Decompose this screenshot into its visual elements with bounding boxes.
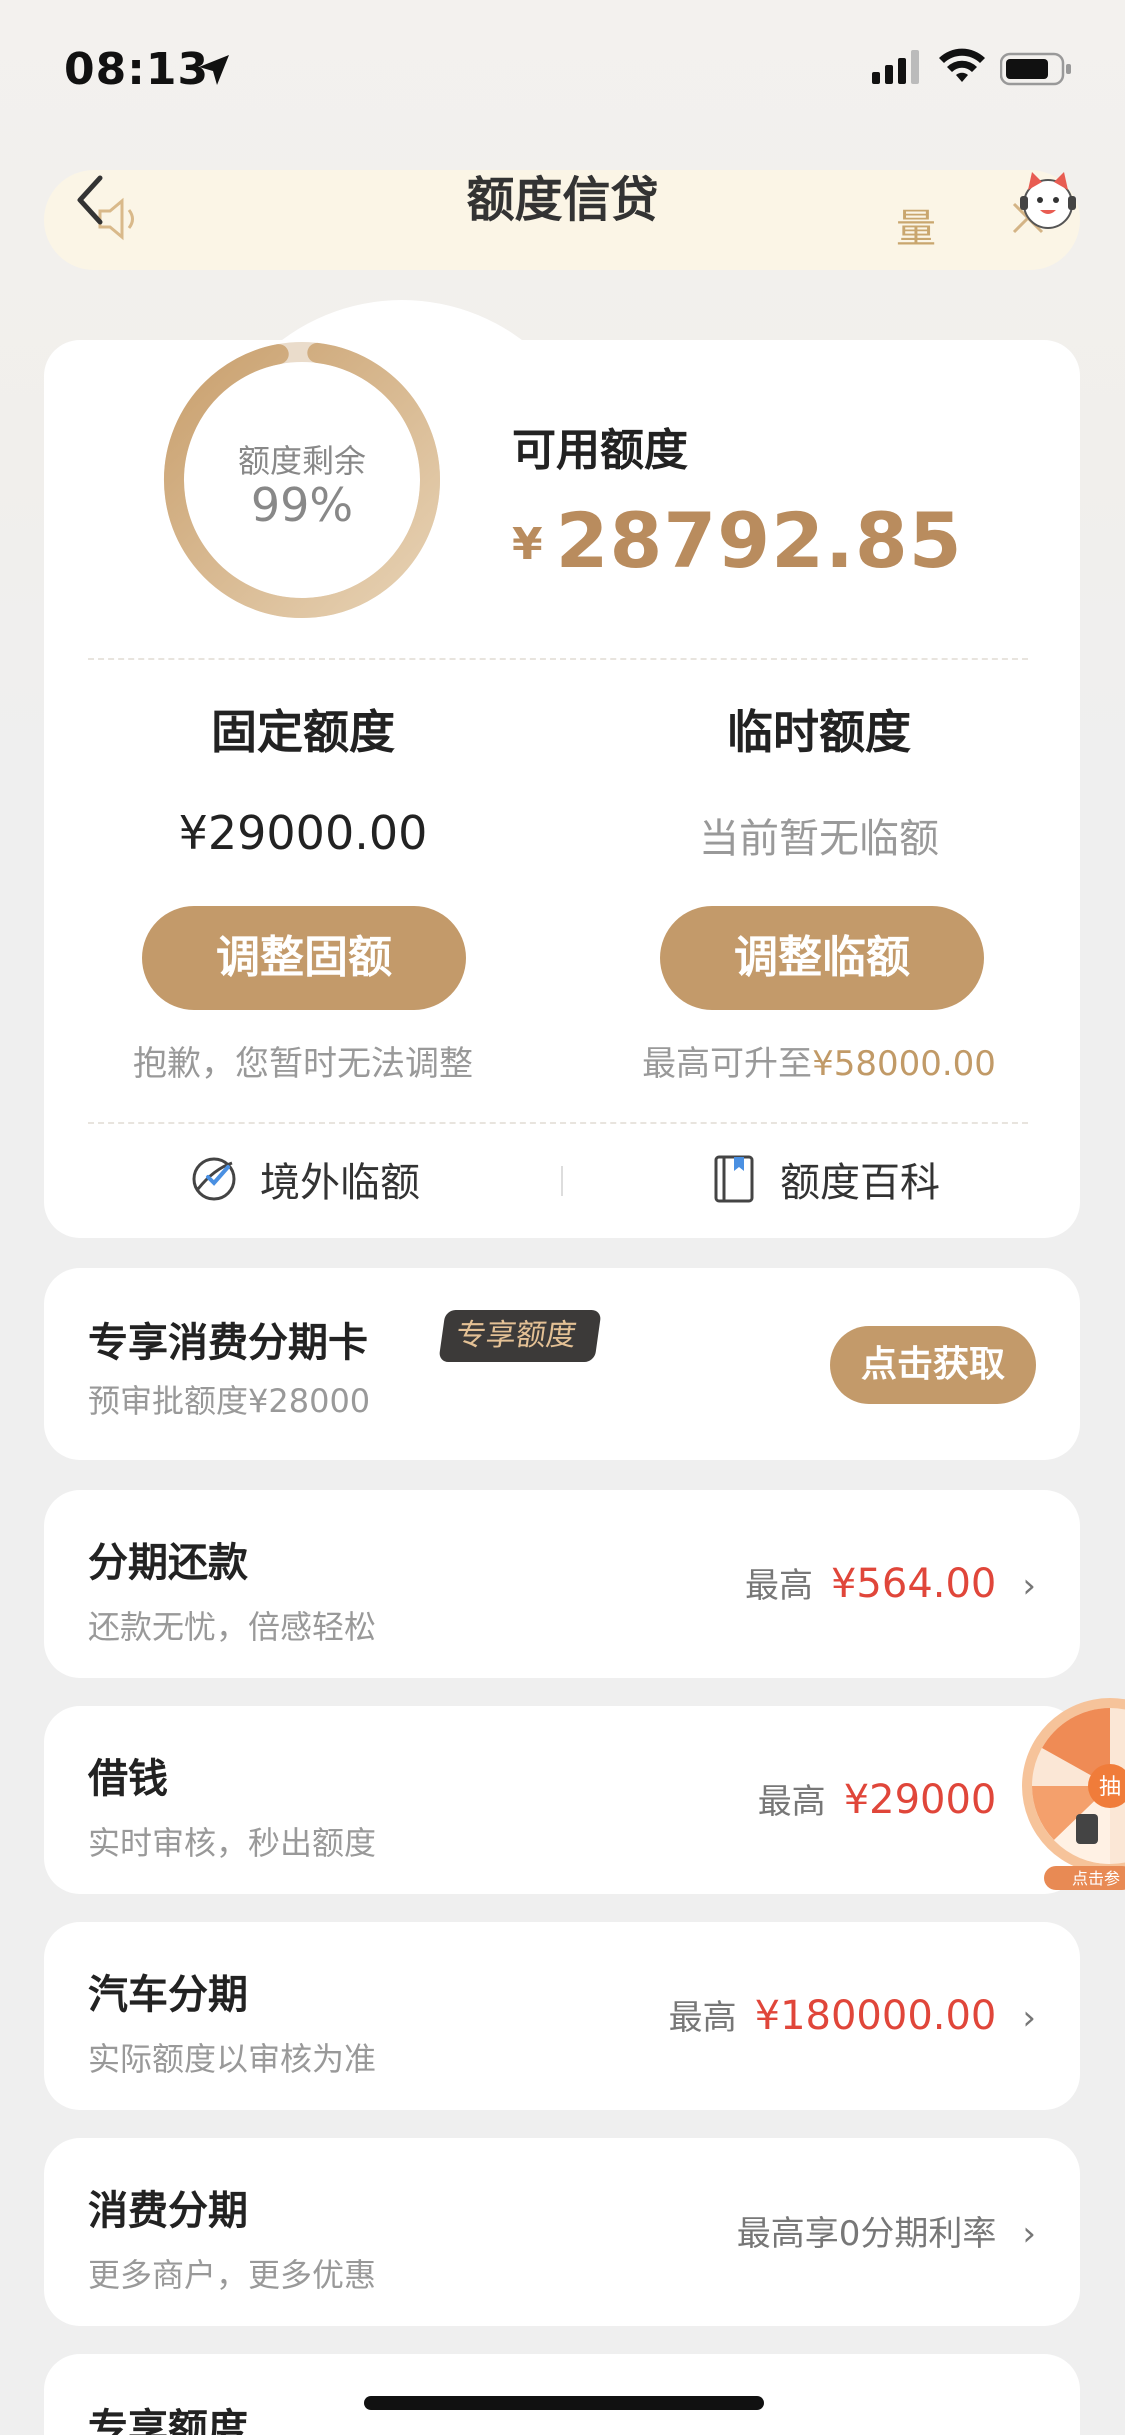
quota-wiki-link[interactable]: 额度百科 (708, 1150, 940, 1208)
list-item-borrow[interactable]: 借钱 实时审核，秒出额度 最高¥29000› (44, 1706, 1080, 1894)
cellular-signal-icon (872, 50, 919, 84)
link-separator (561, 1166, 563, 1196)
exclusive-card-subtitle: 预审批额度¥28000 (88, 1382, 371, 1420)
temp-note-amount: ¥58000.00 (812, 1044, 996, 1084)
row-amount: ¥180000.00 (754, 1993, 997, 2039)
row-value: 最高 ¥180000.00 › (669, 1990, 1036, 2039)
row-value-label: 最高 (668, 1998, 737, 2038)
globe-icon (192, 1157, 236, 1201)
row-title: 借钱 (88, 1756, 168, 1802)
currency-symbol: ¥ (512, 519, 544, 570)
row-title: 分期还款 (88, 1540, 248, 1586)
location-arrow-icon (199, 55, 229, 85)
book-icon (714, 1155, 754, 1203)
row-subtitle: 实时审核，秒出额度 (88, 1824, 377, 1862)
list-item-consumer-installment[interactable]: 消费分期 更多商户，更多优惠 最高享0分期利率 › (44, 2138, 1080, 2326)
adjust-fixed-button[interactable]: 调整固额 (142, 906, 466, 1010)
ring-percent: 99% (250, 478, 354, 532)
divider (88, 658, 1028, 660)
lottery-wheel-icon[interactable]: 抽 点击参 (1018, 1694, 1125, 1890)
row-subtitle: 实际额度以审核为准 (88, 2040, 377, 2078)
list-item-car-installment[interactable]: 汽车分期 实际额度以审核为准 最高 ¥180000.00 › (44, 1922, 1080, 2110)
status-bar: 08:13 (0, 0, 1125, 140)
wheel-center-label: 抽 (1099, 1775, 1121, 1800)
row-value: 最高 ¥564.00 › (745, 1558, 1036, 1607)
get-now-button[interactable]: 点击获取 (830, 1326, 1036, 1404)
row-value-label: 最高 (757, 1782, 826, 1822)
temp-quota-title: 临时额度 (727, 705, 911, 759)
row-amount: ¥564.00 (830, 1561, 997, 1607)
temp-note-prefix: 最高可升至 (642, 1044, 813, 1084)
status-time: 08:13 (64, 44, 210, 95)
available-value: 28792.85 (555, 496, 963, 585)
chevron-right-icon: › (1022, 2214, 1036, 2254)
exclusive-card[interactable]: 专享消费分期卡 专享额度 预审批额度¥28000 点击获取 (44, 1268, 1080, 1460)
row-subtitle: 更多商户，更多优惠 (88, 2256, 377, 2294)
row-value: 最高享0分期利率 › (737, 2206, 1036, 2255)
list-item-installment-repay[interactable]: 分期还款 还款无忧，倍感轻松 最高 ¥564.00 › (44, 1490, 1080, 1678)
row-value-label: 最高享0分期利率 (736, 2214, 997, 2254)
row-title: 专享额度 (88, 2406, 248, 2435)
row-title: 消费分期 (88, 2188, 248, 2234)
quota-wiki-label: 额度百科 (780, 1160, 940, 1206)
wheel-caption: 点击参 (1072, 1869, 1120, 1888)
adjust-temp-button[interactable]: 调整临额 (660, 906, 984, 1010)
notice-text: 量 (896, 206, 936, 252)
list-item-exclusive-quota[interactable]: 专享额度 (44, 2354, 1080, 2435)
page-title: 额度信贷 (466, 172, 659, 228)
home-indicator (364, 2396, 764, 2410)
exclusive-badge: 专享额度 (438, 1310, 602, 1362)
battery-icon (1000, 52, 1071, 86)
row-subtitle: 还款无忧，倍感轻松 (88, 1608, 377, 1646)
overseas-temp-label: 境外临额 (260, 1160, 420, 1206)
row-amount: ¥29000 (843, 1777, 997, 1823)
row-value: 最高¥29000› (758, 1774, 1036, 1823)
chevron-right-icon: › (1022, 1566, 1036, 1606)
chevron-right-icon: › (1022, 1998, 1036, 2038)
fixed-quota-value: ¥29000.00 (178, 806, 428, 860)
ring-label: 额度剩余 (237, 442, 366, 480)
available-label: 可用额度 (512, 425, 688, 476)
row-value-label: 最高 (744, 1566, 813, 1606)
temp-quota-note: 最高可升至¥58000.00 (604, 1036, 1034, 1085)
row-title: 汽车分期 (88, 1972, 248, 2018)
wifi-icon (939, 48, 985, 82)
mascot-icon[interactable] (1016, 168, 1080, 234)
temp-quota-value: 当前暂无临额 (699, 816, 939, 862)
available-amount: ¥28792.85 (512, 496, 963, 585)
exclusive-card-title: 专享消费分期卡 (88, 1320, 368, 1366)
divider (88, 1122, 1028, 1124)
fixed-quota-title: 固定额度 (211, 705, 395, 759)
fixed-quota-note: 抱歉，您暂时无法调整 (133, 1044, 473, 1084)
overseas-temp-link[interactable]: 境外临额 (188, 1150, 420, 1208)
